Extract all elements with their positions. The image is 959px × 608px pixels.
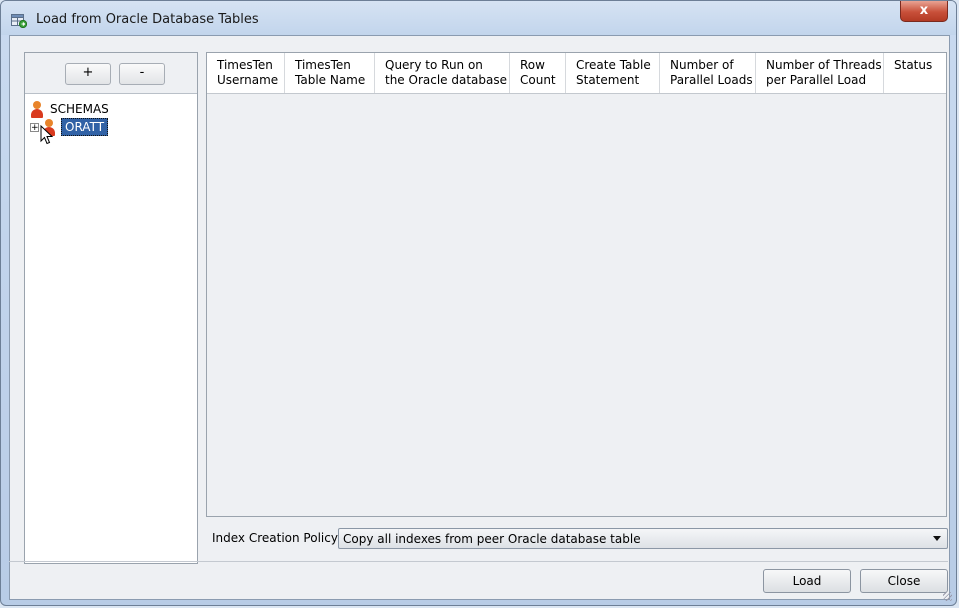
tree-item-label-selected: ORATT xyxy=(61,118,109,136)
tree-item-schemas[interactable]: SCHEMAS xyxy=(30,100,109,118)
index-policy-label: Index Creation Policy: xyxy=(212,531,342,545)
column-header-row-count[interactable]: Row Count xyxy=(510,53,566,93)
mouse-pointer-icon xyxy=(40,125,54,145)
close-button[interactable]: Close xyxy=(860,569,948,593)
expand-icon[interactable]: + xyxy=(30,122,39,132)
title-bar[interactable]: Load from Oracle Database Tables x xyxy=(1,1,956,35)
resize-grip-icon[interactable] xyxy=(943,592,952,601)
window-title: Load from Oracle Database Tables xyxy=(36,12,259,27)
column-header-timesten-username[interactable]: TimesTen Username xyxy=(207,53,285,93)
column-header-timesten-table-name[interactable]: TimesTen Table Name xyxy=(285,53,375,93)
remove-schema-button[interactable]: - xyxy=(119,63,165,85)
column-header-query[interactable]: Query to Run on the Oracle database xyxy=(375,53,510,93)
table-load-icon xyxy=(11,14,27,28)
column-header-status[interactable]: Status xyxy=(884,53,946,93)
window-close-button[interactable]: x xyxy=(900,1,948,22)
index-policy-select[interactable]: Copy all indexes from peer Oracle databa… xyxy=(338,528,948,549)
load-button[interactable]: Load xyxy=(763,569,851,593)
grid-header: TimesTen Username TimesTen Table Name Qu… xyxy=(207,53,946,94)
dialog-window: Load from Oracle Database Tables x + - S… xyxy=(0,0,957,606)
column-header-parallel-loads[interactable]: Number of Parallel Loads xyxy=(660,53,756,93)
load-table-grid[interactable]: TimesTen Username TimesTen Table Name Qu… xyxy=(206,52,947,517)
button-separator xyxy=(9,561,948,562)
schema-toolbar: + - xyxy=(25,53,197,94)
schema-tree[interactable]: SCHEMAS + ORATT xyxy=(25,94,197,563)
add-schema-button[interactable]: + xyxy=(65,63,111,85)
column-header-threads[interactable]: Number of Threads per Parallel Load xyxy=(756,53,884,93)
column-header-create-table[interactable]: Create Table Statement xyxy=(566,53,660,93)
user-icon xyxy=(30,100,44,118)
dropdown-arrow-icon xyxy=(933,536,941,541)
index-policy-value: Copy all indexes from peer Oracle databa… xyxy=(343,532,641,546)
tree-item-label: SCHEMAS xyxy=(50,102,109,116)
